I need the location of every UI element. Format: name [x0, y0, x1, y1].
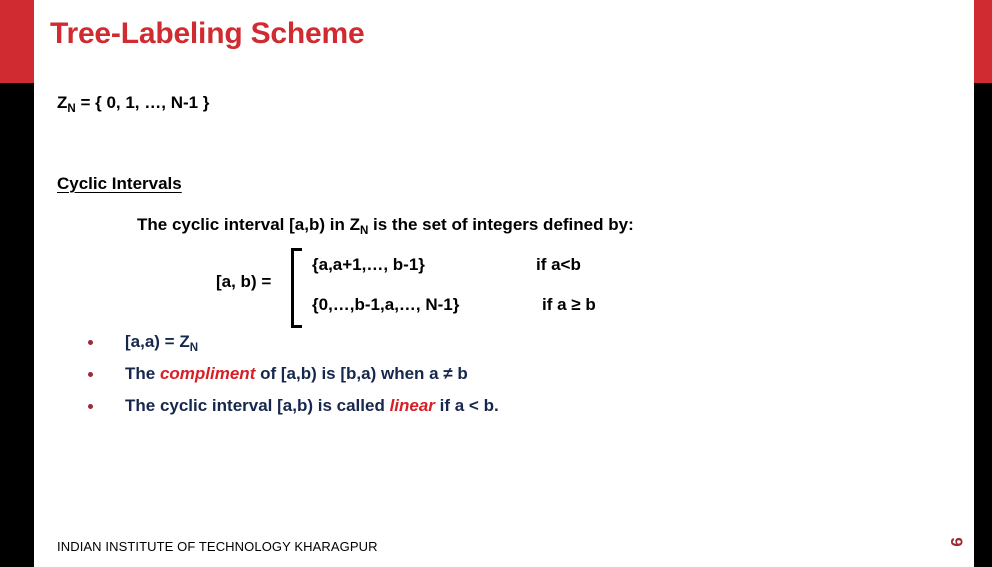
page-number: 9	[947, 537, 966, 547]
cases-definition-block: [a, b) = {a,a+1,…, b-1} if a<b {0,…,b-1,…	[216, 246, 646, 330]
case-condition-1: if a<b	[536, 255, 581, 274]
section-heading: Cyclic Intervals	[57, 174, 182, 193]
set-definition-body: = { 0, 1, …, N-1 }	[75, 93, 210, 112]
bullet-item-label: The cyclic interval [a,b) is called line…	[125, 396, 499, 416]
left-accent-bar-black	[0, 83, 34, 567]
set-definition-line: ZN = { 0, 1, …, N-1 }	[57, 93, 210, 115]
bullet-item: The compliment of [a,b) is [b,a) when a …	[88, 364, 788, 396]
bullet-point-icon	[88, 340, 93, 345]
case-expression-1: {a,a+1,…, b-1}	[312, 255, 425, 274]
definition-subscript: N	[359, 224, 369, 237]
set-symbol: Z	[57, 93, 68, 112]
bullet-text-segment: [a,a) = Z	[125, 332, 190, 351]
bullet-item-label: The compliment of [a,b) is [b,a) when a …	[125, 364, 468, 384]
bullet-list: [a,a) = ZN The compliment of [a,b) is [b,…	[88, 332, 788, 428]
slide-title: Tree-Labeling Scheme	[50, 17, 365, 50]
definition-part-2: is the set of integers defined by:	[368, 215, 634, 234]
set-symbol-subscript: N	[67, 102, 76, 115]
definition-sentence: The cyclic interval [a,b) in ZN is the s…	[137, 215, 634, 237]
bullet-emphasis: compliment	[159, 364, 256, 383]
cases-left-hand-side: [a, b) =	[216, 272, 272, 291]
right-accent-bar-red	[974, 0, 992, 83]
bullet-text-segment: The cyclic interval [a,b) is called	[125, 396, 390, 415]
brace-bracket-icon	[291, 248, 302, 328]
bullet-emphasis: linear	[389, 396, 435, 415]
bullet-text-segment: The	[125, 364, 160, 383]
bullet-point-icon	[88, 404, 93, 409]
bullet-point-icon	[88, 372, 93, 377]
bullet-item: The cyclic interval [a,b) is called line…	[88, 396, 788, 428]
definition-part-1: The cyclic interval [a,b) in Z	[137, 215, 360, 234]
bullet-item: [a,a) = ZN	[88, 332, 788, 364]
footer-institution: INDIAN INSTITUTE OF TECHNOLOGY KHARAGPUR	[57, 539, 378, 554]
right-accent-bar-black	[974, 83, 992, 567]
case-condition-2: if a ≥ b	[542, 295, 596, 314]
bullet-item-label: [a,a) = ZN	[125, 332, 199, 354]
slide-canvas: Tree-Labeling Scheme ZN = { 0, 1, …, N-1…	[0, 0, 992, 567]
bullet-subscript: N	[189, 341, 199, 354]
case-expression-2: {0,…,b-1,a,…, N-1}	[312, 295, 460, 314]
bullet-text-segment: if a < b.	[434, 396, 499, 415]
left-accent-bar-red	[0, 0, 34, 83]
bullet-text-segment: of [a,b) is [b,a) when a ≠ b	[255, 364, 468, 383]
